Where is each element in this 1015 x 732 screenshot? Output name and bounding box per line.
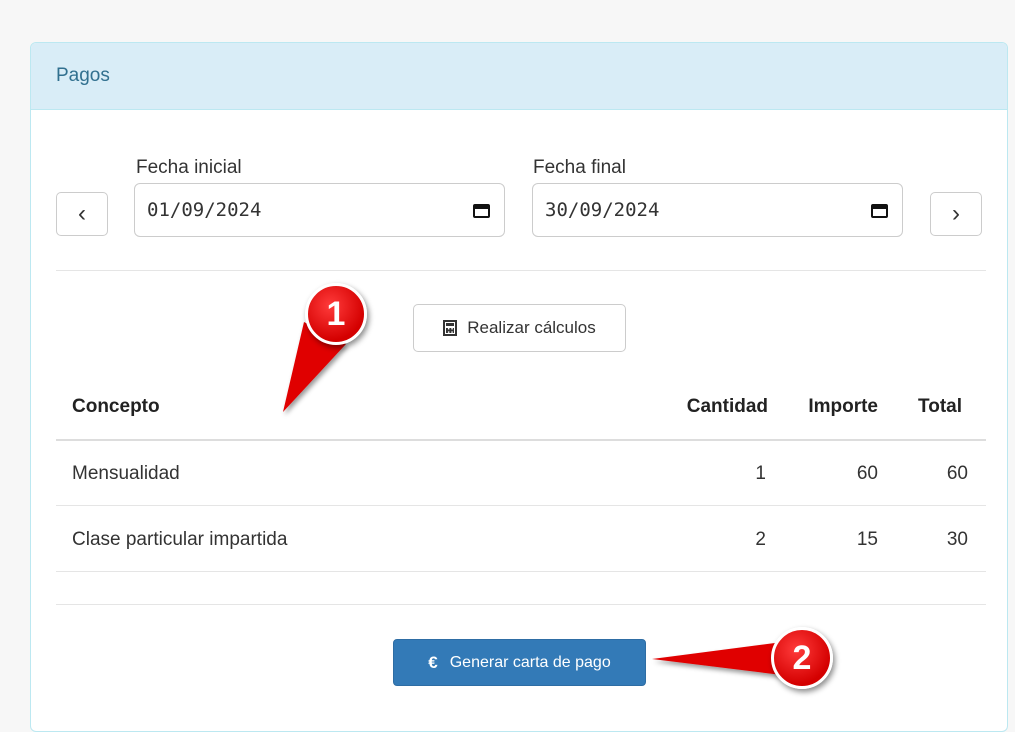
annotation-marker-1-label: 1 [326,294,346,333]
annotation-marker-2: 2 [771,627,833,689]
annotation-marker-1: 1 [305,283,367,345]
annotation-arrows [283,322,790,676]
annotation-arrow-2 [652,641,790,676]
annotation-marker-2-label: 2 [792,638,812,677]
